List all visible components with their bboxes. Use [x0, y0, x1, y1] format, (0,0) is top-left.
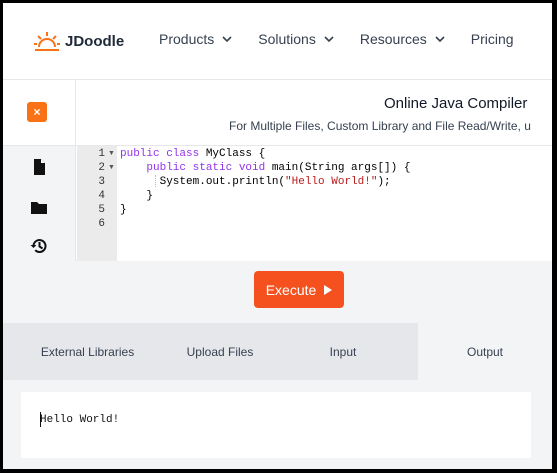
- tab-external-libraries[interactable]: External Libraries: [3, 323, 172, 380]
- nav-products-label: Products: [159, 31, 215, 47]
- tab-upload-files[interactable]: Upload Files: [172, 323, 268, 380]
- io-tabs: External Libraries Upload Files Input Ou…: [3, 323, 552, 380]
- code-keyword: public class: [120, 148, 200, 160]
- nav-resources-label: Resources: [359, 31, 427, 47]
- chevron-down-icon: [324, 35, 334, 42]
- tab-input[interactable]: Input: [268, 323, 418, 380]
- play-icon: [324, 284, 333, 295]
- titlebar-side-cell: ×: [3, 80, 76, 146]
- line-number-gutter: 1 ▼ 2 ▼ 3 4 5 6 7: [77, 146, 117, 262]
- code-editor[interactable]: public class MyClass { public static voi…: [117, 146, 552, 262]
- compiler-titlebar: × Online Java Compiler For Multiple File…: [3, 79, 552, 146]
- output-text: Hello World!: [40, 414, 120, 426]
- page-subtitle: For Multiple Files, Custom Library and F…: [229, 119, 531, 133]
- main-nav: Products Solutions Resources Pricing: [159, 31, 514, 47]
- history-icon[interactable]: [30, 237, 48, 255]
- nav-products[interactable]: Products: [159, 31, 232, 47]
- fold-arrow-icon[interactable]: ▼: [108, 164, 115, 171]
- fold-arrow-icon[interactable]: ▼: [108, 150, 115, 157]
- code-string: "Hello World!": [285, 176, 378, 188]
- page-title: Online Java Compiler: [384, 95, 528, 112]
- sun-logo-icon: [34, 32, 60, 51]
- top-header: JDoodle Products Solutions Resources Pri…: [3, 3, 552, 79]
- code-line-2: public static void main(String args[]) {: [120, 162, 410, 174]
- nav-solutions-label: Solutions: [258, 31, 316, 47]
- execute-label: Execute: [265, 281, 317, 298]
- code-line-5: }: [120, 204, 127, 216]
- folder-icon[interactable]: [30, 198, 48, 216]
- code-keyword: public static void: [146, 162, 266, 174]
- line-number: 4: [98, 190, 105, 202]
- line-number: 6: [98, 218, 105, 230]
- editor-sidebar: [3, 146, 76, 262]
- execute-button[interactable]: Execute: [254, 271, 344, 308]
- line-number: 5: [98, 204, 105, 216]
- output-section: Hello World!: [3, 380, 552, 469]
- code-text: main(String args[]) {: [265, 162, 411, 174]
- nav-pricing-label: Pricing: [470, 31, 514, 47]
- code-text: );: [377, 176, 391, 188]
- code-line-1: public class MyClass {: [120, 148, 265, 160]
- chevron-down-icon: [435, 35, 445, 42]
- code-text: MyClass {: [199, 148, 266, 160]
- code-line-3: System.out.println("Hello World!");: [120, 176, 391, 188]
- close-sidebar-button[interactable]: ×: [27, 102, 47, 122]
- line-number: 1: [98, 148, 105, 160]
- code-line-4: }: [120, 190, 154, 202]
- output-panel[interactable]: Hello World!: [21, 392, 531, 458]
- brand-name: JDoodle: [65, 32, 125, 50]
- editor-section: 1 ▼ 2 ▼ 3 4 5 6 7 public class MyClass {…: [3, 145, 552, 262]
- line-number: 3: [98, 176, 105, 188]
- brand-logo[interactable]: JDoodle: [33, 30, 124, 52]
- nav-resources[interactable]: Resources: [360, 31, 445, 47]
- execute-bar: Execute: [3, 261, 552, 323]
- tab-output[interactable]: Output: [418, 323, 552, 380]
- file-icon[interactable]: [30, 158, 48, 176]
- app-frame: JDoodle Products Solutions Resources Pri…: [3, 3, 552, 469]
- nav-pricing[interactable]: Pricing: [471, 31, 514, 47]
- code-text: System.out.println(: [120, 176, 286, 188]
- line-number: 2: [98, 162, 105, 174]
- nav-solutions[interactable]: Solutions: [258, 31, 334, 47]
- chevron-down-icon: [222, 35, 232, 42]
